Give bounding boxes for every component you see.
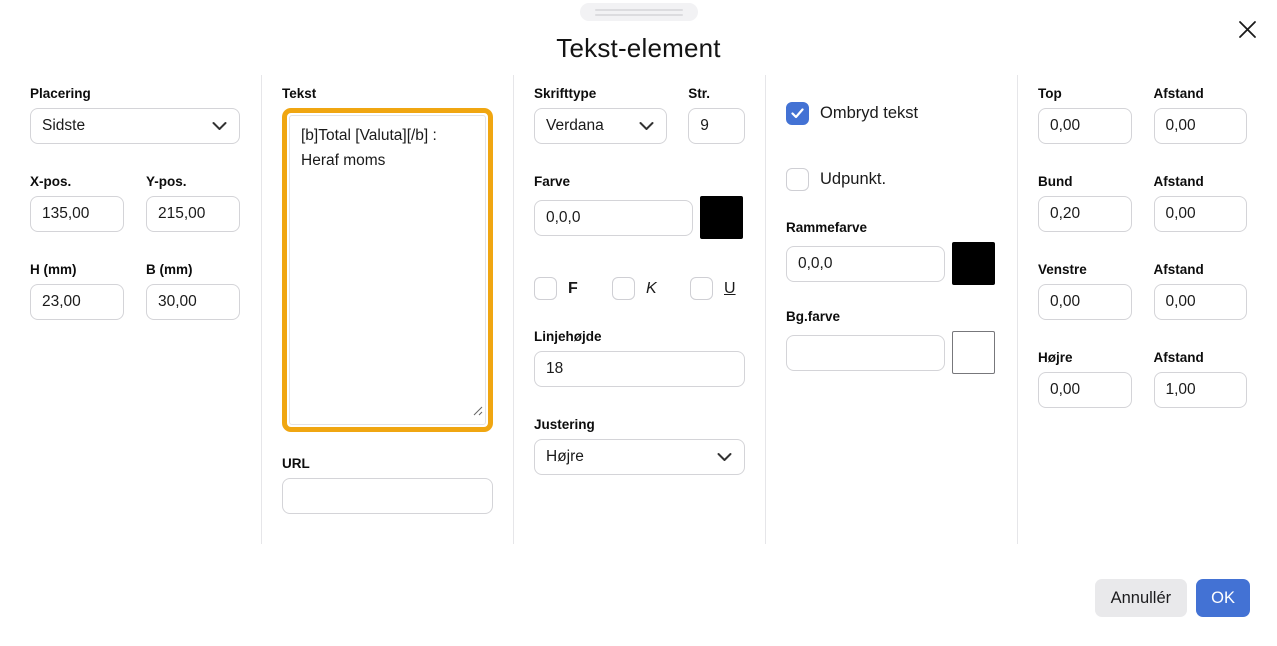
- bg-color-input[interactable]: [786, 335, 945, 371]
- margin-left-spacing-input[interactable]: [1154, 284, 1248, 320]
- border-color-input[interactable]: [786, 246, 945, 282]
- margin-bottom-input[interactable]: [1038, 196, 1132, 232]
- text-column: Tekst [b]Total [Valuta][/b] : Heraf moms…: [261, 75, 513, 544]
- close-icon: [1237, 19, 1258, 40]
- margin-left-label: Venstre: [1038, 262, 1132, 277]
- margin-left-input[interactable]: [1038, 284, 1132, 320]
- chevron-down-icon: [212, 122, 227, 131]
- chevron-down-icon: [639, 122, 654, 131]
- font-family-select-value: Verdana: [546, 117, 604, 135]
- x-pos-input[interactable]: [30, 196, 124, 232]
- alignment-select[interactable]: Højre: [534, 439, 745, 475]
- margin-top-label: Top: [1038, 86, 1132, 101]
- cancel-button[interactable]: Annullér: [1095, 579, 1188, 617]
- margin-top-spacing-input[interactable]: [1154, 108, 1248, 144]
- margin-right-spacing-label: Afstand: [1154, 350, 1248, 365]
- close-button[interactable]: [1235, 17, 1259, 41]
- url-input[interactable]: [282, 478, 493, 514]
- font-color-input[interactable]: [534, 200, 693, 236]
- x-pos-label: X-pos.: [30, 174, 124, 189]
- url-label: URL: [282, 456, 493, 471]
- font-family-select[interactable]: Verdana: [534, 108, 667, 144]
- dialog-footer: Annullér OK: [1095, 579, 1250, 617]
- placement-column: Placering Sidste X-pos. Y-pos.: [0, 75, 261, 544]
- margin-bottom-spacing-label: Afstand: [1154, 174, 1248, 189]
- margin-right-input[interactable]: [1038, 372, 1132, 408]
- alignment-label: Justering: [534, 417, 745, 432]
- drag-handle-line: [595, 9, 683, 11]
- options-column: Ombryd tekst Udpunkt. Rammefarve Bg.farv…: [765, 75, 1017, 544]
- margin-top-spacing-label: Afstand: [1154, 86, 1248, 101]
- margin-right-spacing-input[interactable]: [1154, 372, 1248, 408]
- bg-color-label: Bg.farve: [786, 309, 997, 324]
- height-label: H (mm): [30, 262, 124, 277]
- bg-color-swatch[interactable]: [952, 331, 995, 374]
- font-color-label: Farve: [534, 174, 745, 189]
- bold-label: F: [568, 280, 578, 298]
- alignment-select-value: Højre: [546, 448, 584, 466]
- bullet-label: Udpunkt.: [820, 170, 886, 189]
- italic-label: K: [646, 280, 657, 298]
- italic-checkbox[interactable]: [612, 277, 635, 300]
- y-pos-label: Y-pos.: [146, 174, 240, 189]
- drag-handle[interactable]: [580, 3, 698, 21]
- underline-label: U: [724, 280, 736, 298]
- ok-button[interactable]: OK: [1196, 579, 1250, 617]
- dialog-title: Tekst-element: [0, 33, 1277, 64]
- width-label: B (mm): [146, 262, 240, 277]
- text-label: Tekst: [282, 86, 493, 101]
- font-column: Skrifttype Verdana Str. Farve: [513, 75, 765, 544]
- wrap-text-label: Ombryd tekst: [820, 104, 918, 123]
- margin-left-spacing-label: Afstand: [1154, 262, 1248, 277]
- y-pos-input[interactable]: [146, 196, 240, 232]
- border-color-label: Rammefarve: [786, 220, 997, 235]
- placement-label: Placering: [30, 86, 240, 101]
- dialog-body: Placering Sidste X-pos. Y-pos.: [0, 75, 1277, 544]
- placement-select[interactable]: Sidste: [30, 108, 240, 144]
- wrap-text-checkbox[interactable]: [786, 102, 809, 125]
- bullet-checkbox[interactable]: [786, 168, 809, 191]
- margin-bottom-label: Bund: [1038, 174, 1132, 189]
- underline-checkbox[interactable]: [690, 277, 713, 300]
- margins-column: Top Afstand Bund Afstand: [1017, 75, 1277, 544]
- text-area-focus-ring: [b]Total [Valuta][/b] : Heraf moms: [282, 108, 493, 432]
- lineheight-input[interactable]: [534, 351, 745, 387]
- margin-bottom-spacing-input[interactable]: [1154, 196, 1248, 232]
- lineheight-label: Linjehøjde: [534, 329, 745, 344]
- drag-handle-line: [595, 14, 683, 16]
- text-element-dialog: Tekst-element Placering Sidste X-pos.: [0, 0, 1277, 646]
- text-content-textarea[interactable]: [b]Total [Valuta][/b] : Heraf moms: [289, 115, 486, 425]
- bold-checkbox[interactable]: [534, 277, 557, 300]
- placement-select-value: Sidste: [42, 117, 85, 135]
- border-color-swatch[interactable]: [952, 242, 995, 285]
- margin-top-input[interactable]: [1038, 108, 1132, 144]
- height-input[interactable]: [30, 284, 124, 320]
- font-color-swatch[interactable]: [700, 196, 743, 239]
- chevron-down-icon: [717, 453, 732, 462]
- check-icon: [791, 108, 804, 119]
- width-input[interactable]: [146, 284, 240, 320]
- font-family-label: Skrifttype: [534, 86, 667, 101]
- font-size-input[interactable]: [688, 108, 745, 144]
- font-size-label: Str.: [688, 86, 745, 101]
- margin-right-label: Højre: [1038, 350, 1132, 365]
